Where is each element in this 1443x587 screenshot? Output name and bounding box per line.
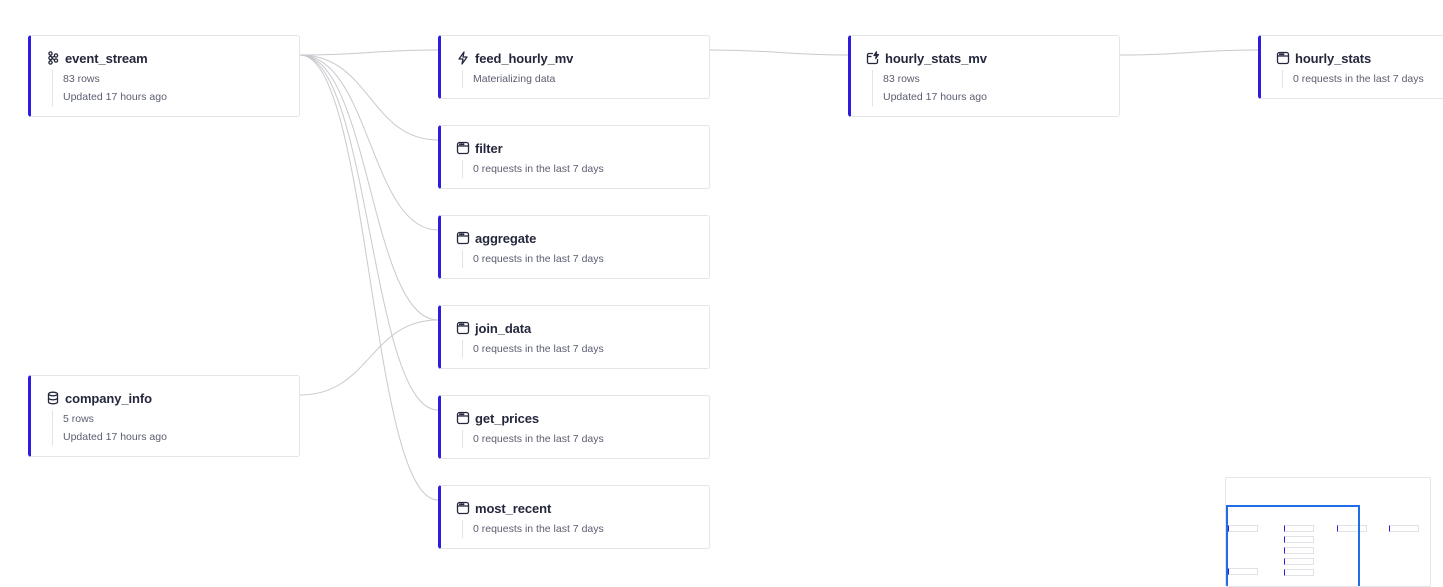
node-title: feed_hourly_mv <box>475 50 574 66</box>
edge-event_stream-aggregate <box>299 54 439 231</box>
request-count: 0 requests in the last 7 days <box>473 343 604 355</box>
node-meta: 0 requests in the last 7 days <box>462 430 604 448</box>
node-title: aggregate <box>475 230 537 246</box>
endpoint-icon <box>456 411 470 425</box>
node-title: hourly_stats <box>1295 50 1372 66</box>
edge-company_info-join_data <box>299 319 439 396</box>
status-text: Materializing data <box>473 73 556 85</box>
row-count: 5 rows <box>63 413 94 425</box>
node-title: join_data <box>475 320 532 336</box>
endpoint-icon <box>456 501 470 515</box>
updated-time: Updated 17 hours ago <box>63 91 167 103</box>
endpoint-icon <box>1276 51 1290 65</box>
database-icon <box>46 391 60 405</box>
node-meta: 0 requests in the last 7 days <box>462 160 604 178</box>
edge-event_stream-feed_hourly_mv <box>299 49 439 56</box>
node-feed_hourly_mv[interactable]: feed_hourly_mv Materializing data <box>438 35 710 99</box>
edge-event_stream-most_recent <box>299 54 439 501</box>
row-count: 83 rows <box>63 73 100 85</box>
node-hourly_stats[interactable]: hourly_stats 0 requests in the last 7 da… <box>1258 35 1443 99</box>
node-meta: Materializing data <box>462 70 555 88</box>
edge-hourly_stats_mv-hourly_stats <box>1119 49 1259 56</box>
node-title: company_info <box>65 390 152 406</box>
kafka-icon <box>46 51 60 65</box>
updated-time: Updated 17 hours ago <box>883 91 987 103</box>
request-count: 0 requests in the last 7 days <box>473 523 604 535</box>
edge-event_stream-filter <box>299 54 439 141</box>
materialized-view-icon <box>866 51 880 65</box>
updated-time: Updated 17 hours ago <box>63 431 167 443</box>
node-meta: 5 rows Updated 17 hours ago <box>52 410 167 446</box>
node-aggregate[interactable]: aggregate 0 requests in the last 7 days <box>438 215 710 279</box>
request-count: 0 requests in the last 7 days <box>473 433 604 445</box>
node-title: hourly_stats_mv <box>885 50 987 66</box>
node-meta: 0 requests in the last 7 days <box>1282 70 1424 88</box>
minimap-viewport[interactable] <box>1226 505 1360 586</box>
minimap-node <box>1389 525 1419 532</box>
request-count: 0 requests in the last 7 days <box>473 163 604 175</box>
edge-event_stream-get_prices <box>299 54 439 411</box>
edge-event_stream-join_data <box>299 54 439 321</box>
endpoint-icon <box>456 321 470 335</box>
node-title: filter <box>475 140 503 156</box>
node-meta: 0 requests in the last 7 days <box>462 250 604 268</box>
node-join_data[interactable]: join_data 0 requests in the last 7 days <box>438 305 710 369</box>
request-count: 0 requests in the last 7 days <box>1293 73 1424 85</box>
endpoint-icon <box>456 231 470 245</box>
node-event_stream[interactable]: event_stream 83 rows Updated 17 hours ag… <box>28 35 300 117</box>
node-title: event_stream <box>65 50 148 66</box>
node-filter[interactable]: filter 0 requests in the last 7 days <box>438 125 710 189</box>
node-title: get_prices <box>475 410 540 426</box>
node-meta: 0 requests in the last 7 days <box>462 520 604 538</box>
lightning-icon <box>456 51 470 65</box>
node-meta: 83 rows Updated 17 hours ago <box>52 70 167 106</box>
node-get_prices[interactable]: get_prices 0 requests in the last 7 days <box>438 395 710 459</box>
node-title: most_recent <box>475 500 552 516</box>
node-meta: 0 requests in the last 7 days <box>462 340 604 358</box>
node-most_recent[interactable]: most_recent 0 requests in the last 7 day… <box>438 485 710 549</box>
request-count: 0 requests in the last 7 days <box>473 253 604 265</box>
endpoint-icon <box>456 141 470 155</box>
edge-feed_hourly_mv-hourly_stats_mv <box>709 49 849 56</box>
node-hourly_stats_mv[interactable]: hourly_stats_mv 83 rows Updated 17 hours… <box>848 35 1120 117</box>
row-count: 83 rows <box>883 73 920 85</box>
node-meta: 83 rows Updated 17 hours ago <box>872 70 987 106</box>
minimap[interactable] <box>1225 477 1431 587</box>
node-company_info[interactable]: company_info 5 rows Updated 17 hours ago <box>28 375 300 457</box>
